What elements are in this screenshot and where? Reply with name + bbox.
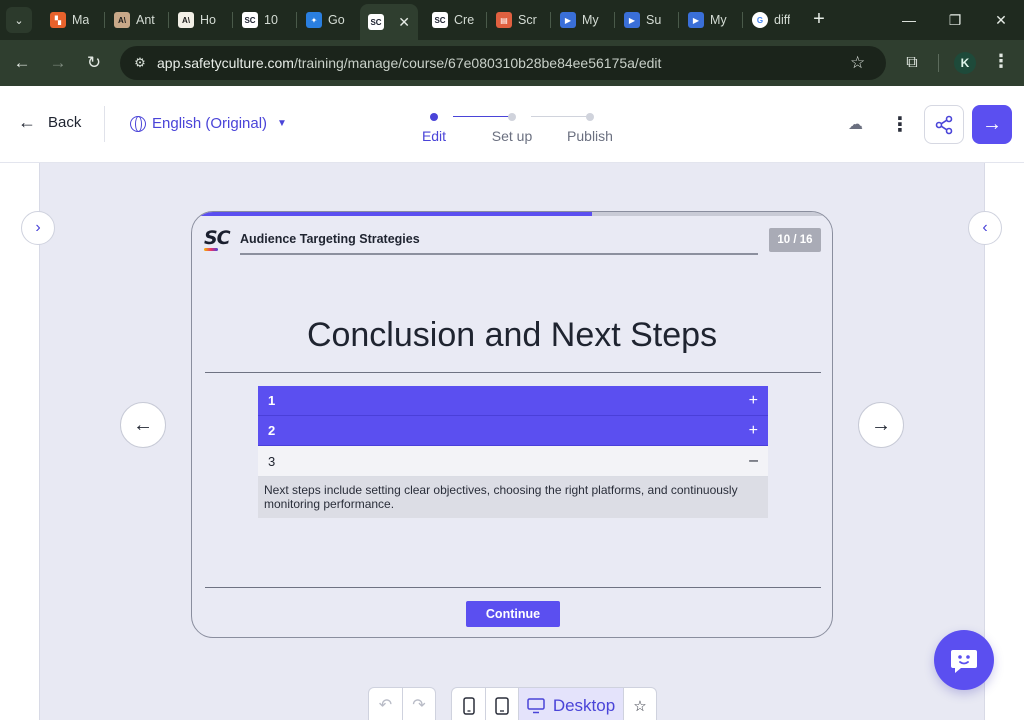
chevron-right-icon: ›	[35, 219, 41, 236]
editor-bottom-toolbar: ↶ ↷ Desktop ☆	[368, 687, 657, 720]
step-publish[interactable]: Publish	[555, 106, 625, 144]
favorite-star-icon[interactable]: ☆	[623, 688, 656, 720]
accordion-item-3[interactable]: 3 –	[258, 446, 768, 477]
tab-search-chevron-icon[interactable]: ⌄	[6, 7, 32, 33]
device-view-switcher: Desktop ☆	[451, 687, 657, 720]
browser-tab[interactable]: ▚ Ma	[42, 7, 102, 33]
extensions-puzzle-icon[interactable]: ⧉	[900, 51, 924, 75]
language-selector[interactable]: English (Original) ▼	[130, 115, 287, 132]
browser-toolbar: ← → ↻ ⚙ app.safetyculture.com/training/m…	[0, 40, 1024, 86]
slide-preview: SC Audience Targeting Strategies 10 / 16…	[191, 211, 833, 638]
anthropic-favicon-icon: A\	[178, 12, 194, 28]
next-slide-button[interactable]: →	[858, 402, 904, 448]
safetyculture-favicon-icon: SC	[242, 12, 258, 28]
step-set-up[interactable]: Set up	[477, 106, 547, 144]
safetyculture-logo: SC	[204, 227, 231, 251]
plus-icon: +	[748, 421, 758, 439]
desktop-view-button[interactable]: Desktop	[518, 688, 623, 720]
slide-heading: Conclusion and Next Steps	[306, 316, 718, 354]
course-progress-bar	[192, 212, 832, 216]
course-title: Audience Targeting Strategies	[240, 232, 420, 246]
bookmark-star-icon[interactable]: ☆	[850, 53, 865, 73]
cloud-saved-icon: ☁	[848, 116, 863, 133]
more-options-icon[interactable]: ⋮	[890, 112, 910, 137]
browser-tab[interactable]: ▤ Scr	[488, 7, 548, 33]
arrow-right-icon: →	[982, 113, 1002, 135]
accordion-item-3-content: Next steps include setting clear objecti…	[258, 477, 768, 518]
accordion: 1 + 2 + 3 – Next steps include setting c…	[258, 386, 768, 518]
new-tab-plus-icon[interactable]: +	[808, 8, 830, 30]
restore-window-icon[interactable]: ❐	[940, 6, 970, 34]
address-bar[interactable]: ⚙ app.safetyculture.com/training/manage/…	[120, 46, 886, 80]
tab-favicon-icon: ▚	[50, 12, 66, 28]
browser-tab-strip: ⌄ ▚ Ma A\ Ant A\ Ho SC 10 ✦ Go SC ✕ SC C…	[0, 0, 1024, 40]
accordion-item-2[interactable]: 2 +	[258, 416, 768, 446]
minus-icon: –	[749, 452, 758, 469]
butterfly-favicon-icon: ✦	[306, 12, 322, 28]
profile-avatar[interactable]: K	[954, 52, 976, 74]
browser-menu-icon[interactable]: ⋮	[992, 51, 1010, 72]
browser-back-arrow-icon[interactable]: ←	[8, 49, 36, 77]
anthropic-favicon-icon: A\	[114, 12, 130, 28]
video-favicon-icon: ▶	[560, 12, 576, 28]
step-edit[interactable]: Edit	[399, 106, 469, 144]
previous-slide-button[interactable]: ←	[120, 402, 166, 448]
plus-icon: +	[748, 391, 758, 409]
caret-down-icon: ▼	[277, 118, 287, 129]
browser-tab[interactable]: G diff	[744, 7, 802, 33]
screenshot-favicon-icon: ▤	[496, 12, 512, 28]
back-button[interactable]: ← Back	[18, 112, 81, 133]
mobile-view-button[interactable]	[452, 688, 485, 720]
site-settings-icon[interactable]: ⚙	[130, 53, 150, 73]
monitor-icon	[527, 697, 545, 713]
browser-forward-arrow-icon[interactable]: →	[44, 49, 72, 77]
course-progress-fill	[192, 212, 592, 216]
editor-header: ← Back English (Original) ▼ Edit Set up …	[0, 86, 1024, 163]
browser-tab[interactable]: ▶ My	[552, 7, 612, 33]
phone-icon	[462, 696, 475, 715]
expand-right-panel-button[interactable]: ‹	[968, 211, 1002, 245]
reload-icon[interactable]: ↻	[80, 49, 108, 77]
globe-icon	[130, 115, 146, 132]
safetyculture-favicon-icon: SC	[368, 14, 384, 30]
share-icon	[935, 115, 953, 134]
url-text[interactable]: app.safetyculture.com/training/manage/co…	[157, 55, 661, 71]
accordion-item-1[interactable]: 1 +	[258, 386, 768, 416]
expand-left-panel-button[interactable]: ›	[21, 211, 55, 245]
browser-tab[interactable]: SC 10	[234, 7, 294, 33]
chevron-left-icon: ‹	[982, 219, 988, 236]
chat-assistant-button[interactable]	[934, 630, 994, 690]
share-button[interactable]	[924, 105, 964, 144]
browser-tab[interactable]: ▶ Su	[616, 7, 676, 33]
browser-tab-active[interactable]: SC ✕	[360, 4, 418, 40]
continue-button[interactable]: Continue	[466, 601, 560, 627]
close-window-icon[interactable]: ✕	[986, 6, 1016, 34]
google-favicon-icon: G	[752, 12, 768, 28]
browser-tab[interactable]: SC Cre	[424, 7, 484, 33]
video-favicon-icon: ▶	[624, 12, 640, 28]
arrow-right-icon: →	[871, 413, 891, 436]
video-favicon-icon: ▶	[688, 12, 704, 28]
page-indicator-badge: 10 / 16	[769, 228, 821, 252]
browser-tab[interactable]: ▶ My	[680, 7, 740, 33]
redo-icon[interactable]: ↷	[401, 688, 435, 720]
safetyculture-favicon-icon: SC	[432, 12, 448, 28]
arrow-left-icon: ←	[133, 413, 153, 436]
browser-tab[interactable]: ✦ Go	[298, 7, 358, 33]
browser-tab[interactable]: A\ Ho	[170, 7, 230, 33]
arrow-left-icon: ←	[18, 112, 36, 132]
next-step-button[interactable]: →	[972, 105, 1012, 144]
editor-canvas: › ‹ ← → SC Audience Targeting Strategies…	[0, 163, 1024, 720]
close-tab-icon[interactable]: ✕	[398, 14, 410, 31]
chat-bot-icon	[951, 650, 977, 673]
workflow-stepper: Edit Set up Publish	[415, 106, 625, 146]
tablet-view-button[interactable]	[485, 688, 518, 720]
browser-tab[interactable]: A\ Ant	[106, 7, 166, 33]
undo-icon[interactable]: ↶	[369, 688, 402, 720]
tablet-icon	[495, 696, 509, 715]
minimize-icon[interactable]: —	[894, 6, 924, 34]
